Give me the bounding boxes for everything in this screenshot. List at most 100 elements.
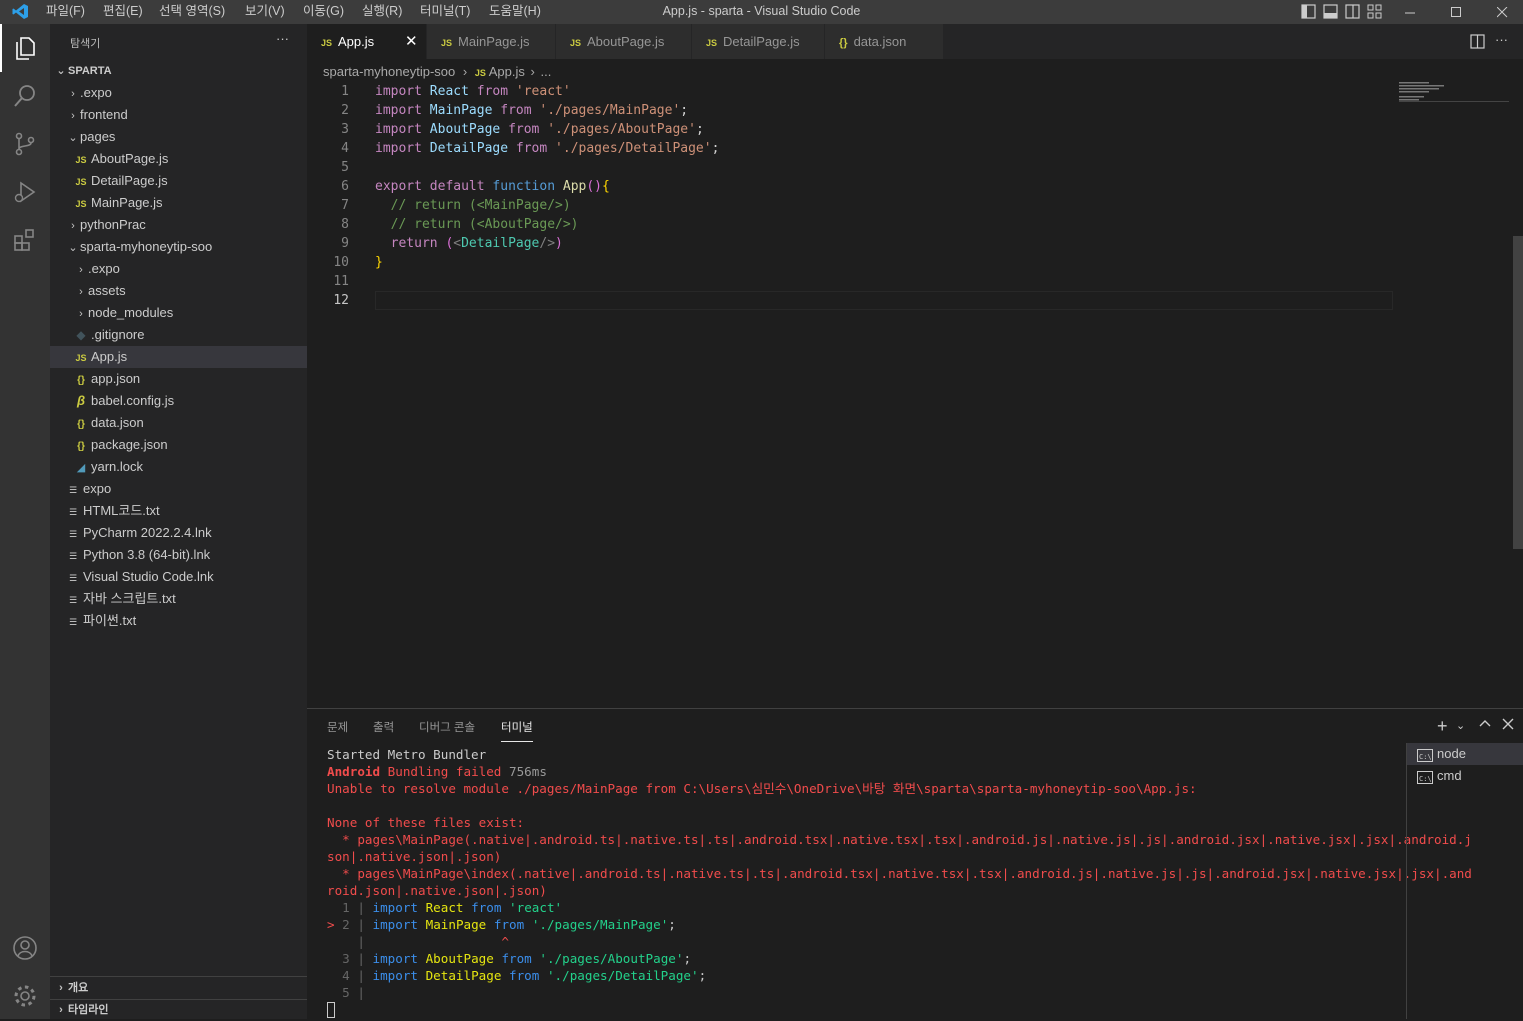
toggle-secondary-sidebar-icon[interactable]	[1345, 4, 1360, 22]
tree-label: expo	[83, 481, 112, 496]
tree-folder-pythonprac[interactable]: › pythonPrac	[50, 214, 307, 236]
tab-aboutpage[interactable]: JS AboutPage.js	[556, 24, 692, 59]
editor-scrollbar[interactable]	[1513, 236, 1523, 549]
tree-folder-assets[interactable]: › assets	[50, 280, 307, 302]
menu-view[interactable]: 보기(V)	[245, 0, 285, 24]
tree-file-detailpage[interactable]: JS DetailPage.js	[50, 170, 307, 192]
terminal-code-line: | ^	[327, 934, 509, 949]
tree-file-javascript[interactable]: ☰ 자바 스크립트.txt	[50, 588, 307, 610]
editor-more-actions-icon[interactable]: ···	[1495, 32, 1508, 47]
explorer-icon[interactable]	[0, 24, 50, 72]
close-window-button[interactable]	[1479, 0, 1523, 24]
terminal-android-label: Android	[327, 764, 381, 779]
panel-tab-problems[interactable]: 문제	[327, 719, 348, 741]
tree-file-python[interactable]: ☰ Python 3.8 (64-bit).lnk	[50, 544, 307, 566]
tree-label: sparta-myhoneytip-soo	[80, 239, 213, 254]
line-number: 11	[333, 274, 349, 289]
close-panel-icon[interactable]	[1502, 718, 1514, 733]
terminal-instance-label: cmd	[1437, 768, 1462, 783]
new-terminal-plus-icon[interactable]: +	[1437, 716, 1448, 737]
tree-file-htmlcode[interactable]: ☰ HTML코드.txt	[50, 500, 307, 522]
breadcrumb-separator-icon: ›	[530, 64, 535, 79]
tree-label: 파이썬.txt	[83, 613, 137, 628]
js-file-icon: JS	[75, 199, 87, 209]
activity-bar	[0, 24, 50, 1019]
workspace-root[interactable]: ⌄ SPARTA	[50, 60, 307, 82]
toggle-primary-sidebar-icon[interactable]	[1301, 4, 1316, 22]
chevron-down-icon[interactable]: ⌄	[1456, 719, 1465, 732]
tree-file-appjson[interactable]: {} app.json	[50, 368, 307, 390]
timeline-section[interactable]: › 타임라인	[50, 999, 307, 1021]
maximize-panel-chevron-up-icon[interactable]	[1479, 718, 1491, 733]
timeline-label: 타임라인	[68, 1004, 109, 1016]
menu-terminal[interactable]: 터미널(T)	[420, 0, 470, 24]
code-line-1: import React from 'react'	[375, 84, 571, 99]
tab-mainpage[interactable]: JS MainPage.js	[427, 24, 556, 59]
maximize-icon	[1450, 6, 1461, 17]
tab-appjs[interactable]: JS App.js ✕	[307, 24, 427, 59]
tree-file-babelconfig[interactable]: β babel.config.js	[50, 390, 307, 412]
code-line-9: return (<DetailPage/>)	[390, 236, 563, 251]
menu-help[interactable]: 도움말(H)	[489, 0, 541, 24]
js-file-icon: JS	[75, 177, 87, 187]
tree-file-python-txt[interactable]: ☰ 파이썬.txt	[50, 610, 307, 632]
tree-label: .expo	[88, 261, 120, 276]
tree-file-appjs[interactable]: JS App.js	[50, 346, 307, 368]
breadcrumb-folder[interactable]: sparta-myhoneytip-soo	[323, 64, 455, 79]
breadcrumb-more[interactable]: ...	[540, 64, 551, 79]
menu-run[interactable]: 실행(R)	[362, 0, 402, 24]
tree-file-pycharm[interactable]: ☰ PyCharm 2022.2.4.lnk	[50, 522, 307, 544]
error-marker: >	[327, 917, 335, 932]
terminal-line: Unable to resolve module ./pages/MainPag…	[327, 781, 1197, 796]
tree-label: app.json	[91, 371, 141, 386]
tree-folder-pages[interactable]: ⌄ pages	[50, 126, 307, 148]
customize-layout-icon[interactable]	[1367, 4, 1382, 22]
tree-file-mainpage[interactable]: JS MainPage.js	[50, 192, 307, 214]
minimize-button[interactable]	[1387, 0, 1433, 24]
extensions-icon[interactable]	[0, 216, 50, 264]
tree-file-expo[interactable]: ☰ expo	[50, 478, 307, 500]
manage-gear-icon[interactable]	[0, 972, 50, 1020]
json-file-icon: {}	[839, 37, 848, 49]
menu-edit[interactable]: 편집(E)	[103, 0, 143, 24]
split-editor-icon[interactable]	[1470, 34, 1485, 52]
tree-folder-expo-2[interactable]: › .expo	[50, 258, 307, 280]
panel-tab-debug-console[interactable]: 디버그 콘솔	[419, 719, 475, 741]
breadcrumb-file[interactable]: App.js	[489, 64, 525, 79]
search-icon[interactable]	[0, 72, 50, 120]
maximize-button[interactable]	[1433, 0, 1479, 24]
text-file-icon: ☰	[68, 507, 78, 517]
tree-file-packagejson[interactable]: {} package.json	[50, 434, 307, 456]
source-control-icon[interactable]	[0, 120, 50, 168]
more-actions-icon[interactable]: ···	[276, 31, 289, 46]
accounts-icon[interactable]	[0, 924, 50, 972]
tree-file-vscode[interactable]: ☰ Visual Studio Code.lnk	[50, 566, 307, 588]
outline-section[interactable]: › 개요	[50, 977, 307, 999]
tree-file-yarnlock[interactable]: ◢ yarn.lock	[50, 456, 307, 478]
tree-folder-sparta-myhoneytip-soo[interactable]: ⌄ sparta-myhoneytip-soo	[50, 236, 307, 258]
minimap[interactable]	[1399, 82, 1509, 104]
code-line-7: // return (<MainPage/>)	[390, 198, 571, 213]
tree-file-datajson[interactable]: {} data.json	[50, 412, 307, 434]
terminal-instance-cmd[interactable]: C:\ cmd	[1407, 765, 1523, 787]
menu-go[interactable]: 이동(G)	[303, 0, 344, 24]
toggle-panel-icon[interactable]	[1323, 4, 1338, 22]
text-file-icon: ☰	[68, 617, 78, 627]
run-debug-icon[interactable]	[0, 168, 50, 216]
terminal-code-line: 5 |	[327, 985, 373, 1000]
menu-selection[interactable]: 선택 영역(S)	[159, 0, 225, 24]
panel-tab-output[interactable]: 출력	[373, 719, 394, 741]
text-file-icon: ☰	[68, 573, 78, 583]
tab-datajson[interactable]: {} data.json	[825, 24, 944, 59]
tab-detailpage[interactable]: JS DetailPage.js	[692, 24, 825, 59]
tree-file-gitignore[interactable]: ◆ .gitignore	[50, 324, 307, 346]
close-tab-icon[interactable]: ✕	[405, 24, 418, 59]
terminal-instance-node[interactable]: C:\ node	[1407, 743, 1523, 765]
tree-label: yarn.lock	[91, 459, 144, 474]
menu-file[interactable]: 파일(F)	[46, 0, 85, 24]
panel-tab-terminal[interactable]: 터미널	[501, 719, 533, 742]
tree-folder-expo[interactable]: › .expo	[50, 82, 307, 104]
tree-file-aboutpage[interactable]: JS AboutPage.js	[50, 148, 307, 170]
tree-folder-frontend[interactable]: › frontend	[50, 104, 307, 126]
tree-folder-node-modules[interactable]: › node_modules	[50, 302, 307, 324]
